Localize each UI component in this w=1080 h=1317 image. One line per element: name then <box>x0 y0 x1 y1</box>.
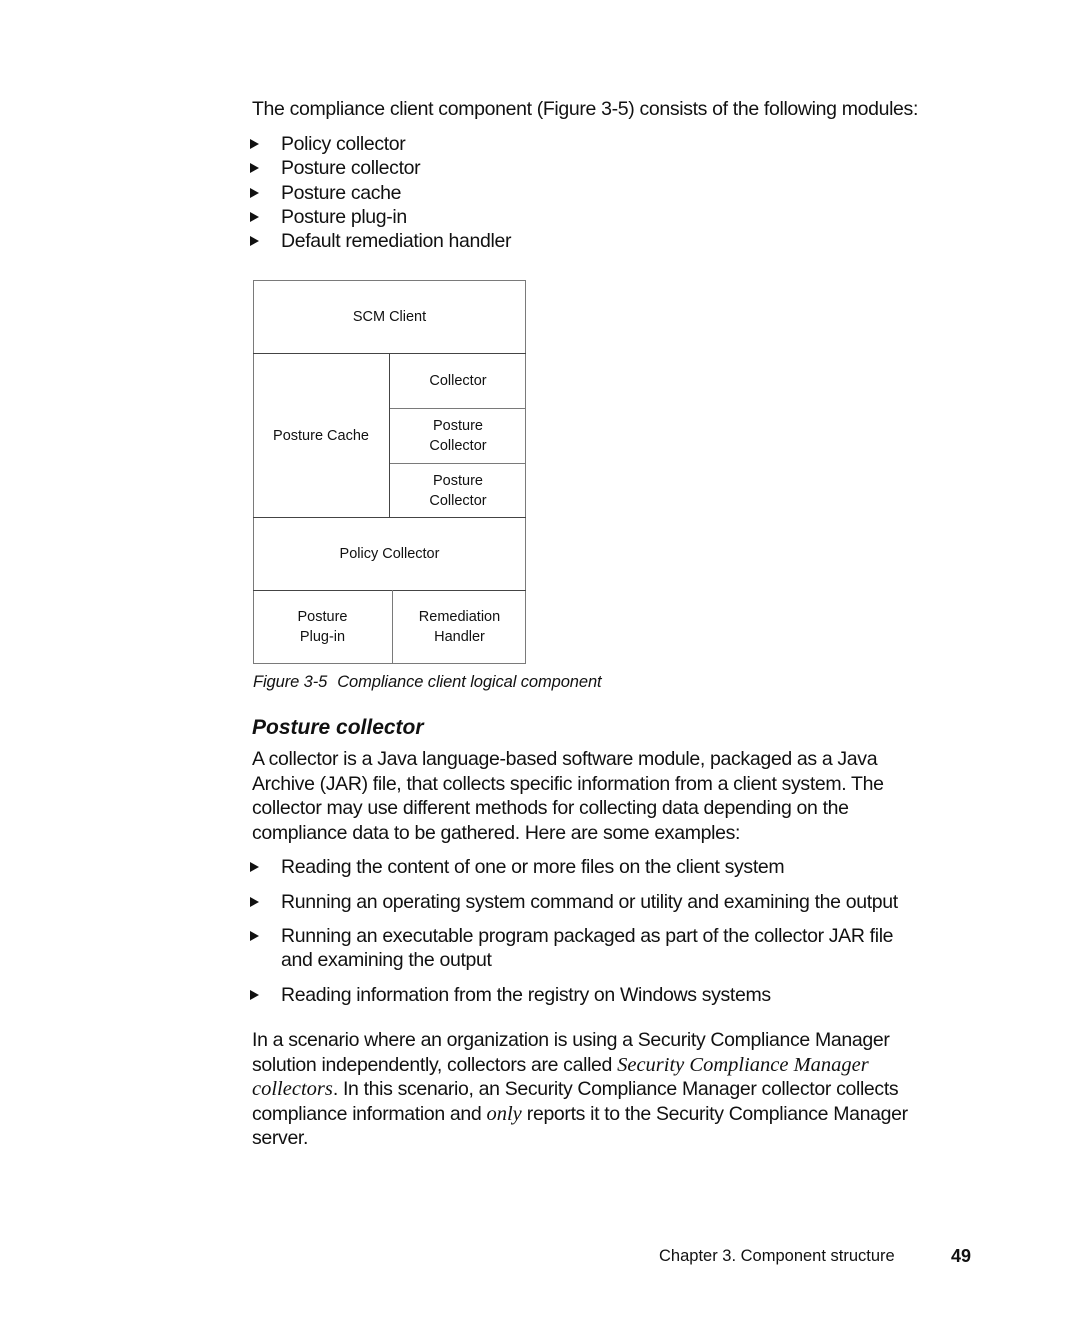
bullet-arrow-icon <box>250 163 259 174</box>
box-scm-client: SCM Client <box>352 308 427 325</box>
list-item: Policy collector <box>250 132 511 156</box>
figure-number: Figure 3-5 <box>253 673 328 691</box>
box-posture-collector: Posture Collector <box>429 418 487 454</box>
list-item: Posture collector <box>250 156 511 180</box>
box-policy-collector: Policy Collector <box>339 546 440 562</box>
bullet-arrow-icon <box>250 896 259 907</box>
component-diagram: SCM Client Posture Cache Collector Postu… <box>253 280 526 664</box>
figure-title: Compliance client logical component <box>337 673 602 691</box>
box-posture-plugin: Posture Plug-in <box>297 609 348 645</box>
examples-list: Reading the content of one or more files… <box>250 855 898 1018</box>
bullet-arrow-icon <box>250 211 259 222</box>
section-paragraph: A collector is a Java language-based sof… <box>252 748 884 844</box>
list-item: Reading information from the registry on… <box>250 983 898 1007</box>
module-list: Policy collector Posture collector Postu… <box>250 132 511 253</box>
box-posture-collector: Posture Collector <box>429 472 487 509</box>
footer-chapter-title: Chapter 3. Component structure <box>659 1247 895 1265</box>
bullet-arrow-icon <box>250 187 259 198</box>
intro-paragraph: The compliance client component (Figure … <box>252 98 919 120</box>
list-item: Running an executable program packaged a… <box>250 924 898 973</box>
section-heading: Posture collector <box>252 716 424 739</box>
emphasis-word: only <box>486 1102 522 1125</box>
page-number: 49 <box>951 1246 972 1266</box>
list-item: Default remediation handler <box>250 229 511 253</box>
emphasis-term: Security Compliance Manager <box>617 1053 869 1076</box>
list-item: Posture cache <box>250 181 511 205</box>
list-item: Posture plug-in <box>250 205 511 229</box>
bullet-arrow-icon <box>250 236 259 247</box>
bullet-arrow-icon <box>250 862 259 872</box>
box-posture-cache: Posture Cache <box>273 427 369 444</box>
scenario-paragraph: In a scenario where an organization is u… <box>252 1029 908 1149</box>
bullet-arrow-icon <box>250 931 259 942</box>
list-item: Reading the content of one or more files… <box>250 855 898 879</box>
diagram-border-bottom <box>253 663 526 664</box>
box-remediation-handler: Remediation Handler <box>418 609 501 645</box>
box-collector: Collector <box>429 373 487 389</box>
list-item: Running an operating system command or u… <box>250 890 898 914</box>
bullet-arrow-icon <box>250 139 259 149</box>
figure-caption: Figure 3-5 Compliance client logical comp… <box>253 673 602 692</box>
emphasis-term: collectors <box>252 1078 333 1100</box>
bullet-arrow-icon <box>250 990 259 1001</box>
